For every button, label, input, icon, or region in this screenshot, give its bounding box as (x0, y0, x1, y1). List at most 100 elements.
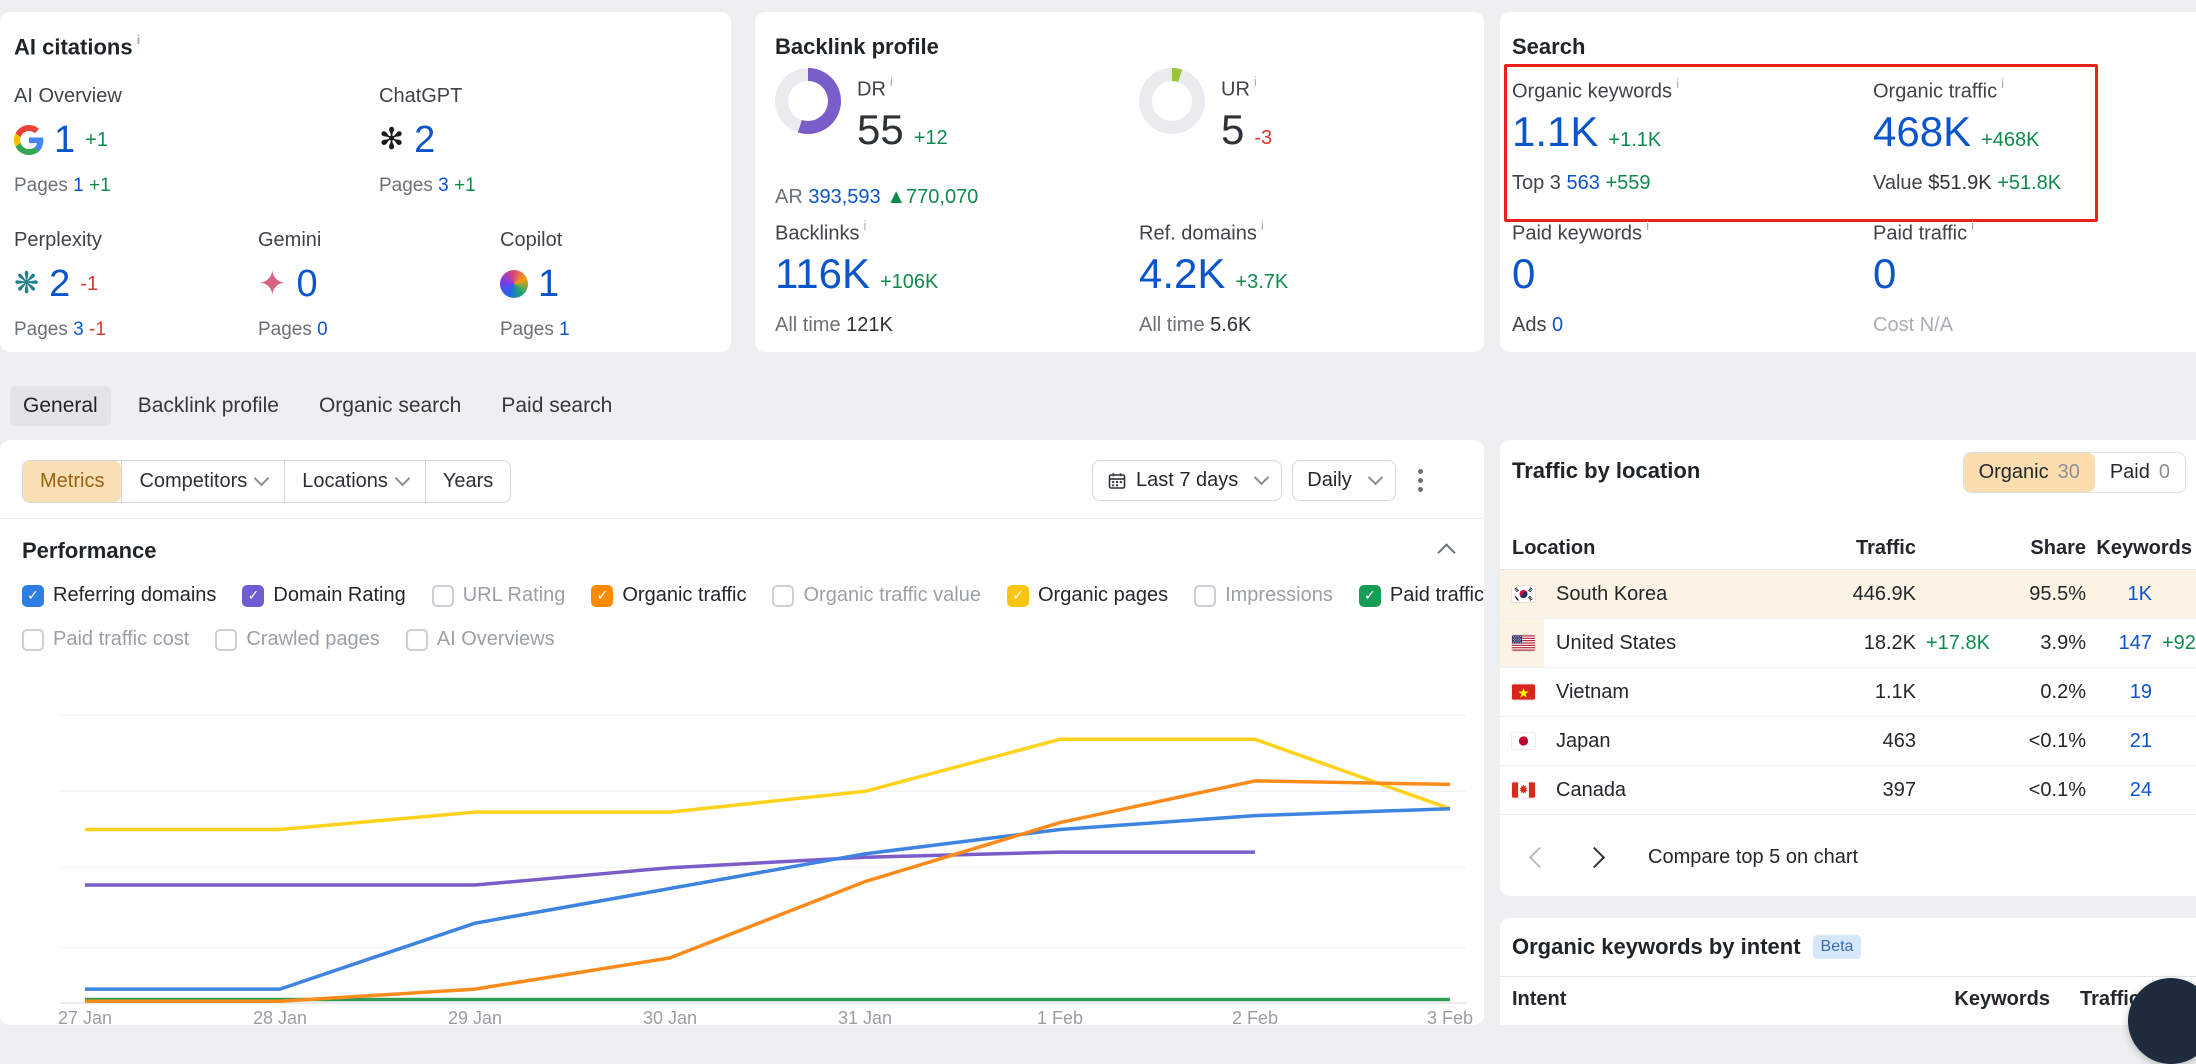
intent-table-header: Intent Keywords Traffic (1500, 976, 2196, 1021)
info-icon[interactable]: i (1676, 76, 1679, 91)
search-card: Search Organic keywordsi 1.1K+1.1K Top 3… (1500, 12, 2196, 352)
top3-value-link[interactable]: 563 (1567, 172, 1600, 194)
share-value: <0.1% (1996, 779, 2086, 802)
column-intent: Intent (1512, 988, 1940, 1011)
tab-paid-search[interactable]: Paid search (488, 386, 625, 426)
keywords-link[interactable]: 24 (2130, 779, 2152, 801)
paid-keywords-value-link[interactable]: 0 (1512, 250, 1535, 298)
metric-toggle-organic-traffic-value[interactable]: Organic traffic value (772, 584, 981, 607)
pagination-prev-icon[interactable] (1529, 846, 1550, 867)
collapse-chevron-up-icon[interactable] (1437, 543, 1455, 561)
metric-toggle-impressions[interactable]: Impressions (1194, 584, 1333, 607)
x-tick-label: 27 Jan (45, 1008, 125, 1029)
checkbox-icon (772, 585, 794, 607)
ai-pages-row: Pages 1 +1 (14, 175, 254, 197)
keywords-link[interactable]: 19 (2130, 681, 2152, 703)
ai-source-label: Gemini (258, 229, 498, 253)
ai-source-label: Copilot (500, 229, 740, 253)
info-icon[interactable]: i (137, 32, 141, 47)
tab-backlink-profile[interactable]: Backlink profile (125, 386, 292, 426)
toggle-paid[interactable]: Paid 0 (2095, 453, 2185, 492)
ai-pages-count[interactable]: 1 (559, 319, 570, 340)
column-share[interactable]: Share (1996, 537, 2086, 560)
column-traffic[interactable]: Traffic (1746, 537, 1916, 560)
organic-traffic-value-link[interactable]: 468K (1873, 108, 1971, 156)
compare-top5-link[interactable]: Compare top 5 on chart (1648, 846, 1858, 869)
ai-citation-copilot: Copilot1Pages 1 (500, 229, 740, 341)
keywords-by-intent-card: Organic keywords by intent Beta Intent K… (1500, 918, 2196, 1025)
ur-value: 5 (1221, 106, 1244, 154)
ai-pages-count[interactable]: 1 (73, 175, 84, 196)
column-location[interactable]: Location (1512, 537, 1746, 560)
location-table-header: Location Traffic Share Keywords (1500, 528, 2196, 570)
ai-citation-count[interactable]: 1 (54, 118, 75, 162)
url-rating-metric: URi 5-3 (1221, 76, 1272, 154)
location-name: Canada (1556, 779, 1746, 802)
date-range-button[interactable]: Last 7 days (1092, 460, 1282, 501)
ai-citation-count[interactable]: 1 (538, 262, 559, 306)
pagination-next-icon[interactable] (1584, 846, 1605, 867)
filter-years[interactable]: Years (425, 461, 510, 502)
keywords-link[interactable]: 147 (2119, 632, 2152, 654)
metric-toggle-organic-pages[interactable]: ✓Organic pages (1007, 584, 1168, 607)
filter-metrics[interactable]: Metrics (23, 461, 121, 502)
metric-toggle-domain-rating[interactable]: ✓Domain Rating (242, 584, 405, 607)
ref-domains-value-link[interactable]: 4.2K (1139, 250, 1225, 298)
ads-value-link[interactable]: 0 (1552, 314, 1563, 336)
ai-pages-count[interactable]: 3 (73, 319, 84, 340)
x-tick-label: 2 Feb (1215, 1008, 1295, 1029)
checkbox-icon (432, 585, 454, 607)
tab-general[interactable]: General (10, 386, 111, 426)
ai-citation-count[interactable]: 0 (297, 262, 318, 306)
backlinks-value-link[interactable]: 116K (775, 250, 870, 298)
metric-toggle-organic-traffic[interactable]: ✓Organic traffic (591, 584, 746, 607)
traffic-value: 1.1K (1746, 681, 1916, 704)
location-row-south-korea[interactable]: South Korea446.9K95.5%1K (1500, 570, 2196, 619)
location-row-united-states[interactable]: United States18.2K+17.8K3.9%147+92 (1500, 619, 2196, 668)
ai-citation-count[interactable]: 2 (414, 118, 435, 162)
info-icon[interactable]: i (890, 74, 893, 89)
info-icon[interactable]: i (1646, 218, 1649, 233)
keyw-cell: 21 (2086, 730, 2152, 753)
tab-organic-search[interactable]: Organic search (306, 386, 474, 426)
ai-source-label: ChatGPT (379, 85, 619, 109)
info-icon[interactable]: i (1971, 218, 1974, 233)
location-name: United States (1556, 632, 1746, 655)
paid-traffic-value-link[interactable]: 0 (1873, 250, 1896, 298)
filter-competitors[interactable]: Competitors (121, 461, 284, 502)
traffic-delta: +17.8K (1916, 632, 1996, 655)
metric-toggle-referring-domains[interactable]: ✓Referring domains (22, 584, 216, 607)
info-icon[interactable]: i (2001, 76, 2004, 91)
overview-tabs: General Backlink profile Organic search Pai… (10, 386, 625, 426)
metric-toggle-url-rating[interactable]: URL Rating (432, 584, 566, 607)
keywords-link[interactable]: 1K (2128, 583, 2152, 605)
info-icon[interactable]: i (863, 218, 866, 233)
share-value: 3.9% (1996, 632, 2086, 655)
column-traffic: Traffic (2050, 988, 2140, 1011)
toggle-organic[interactable]: Organic 30 (1964, 453, 2095, 492)
metric-toggle-paid-traffic[interactable]: ✓Paid traffic (1359, 584, 1484, 607)
ahrefs-rank: AR 393,593 ▲770,070 (775, 186, 978, 209)
ai-source-label: AI Overview (14, 85, 254, 109)
ai-citation-count[interactable]: 2 (49, 262, 70, 306)
gemini-icon: ✦ (258, 267, 287, 301)
info-icon[interactable]: i (1254, 74, 1257, 89)
ai-pages-count[interactable]: 0 (317, 319, 328, 340)
granularity-button[interactable]: Daily (1292, 460, 1395, 501)
ai-citation-chatgpt: ChatGPT✻2Pages 3 +1 (379, 85, 619, 197)
organic-keywords-value-link[interactable]: 1.1K (1512, 108, 1598, 156)
location-row-japan[interactable]: Japan463<0.1%21 (1500, 717, 2196, 766)
ai-pages-count[interactable]: 3 (438, 175, 449, 196)
performance-panel: MetricsCompetitorsLocationsYears Last 7 … (0, 440, 1484, 1025)
column-keywords[interactable]: Keywords (2086, 537, 2192, 560)
location-row-vietnam[interactable]: Vietnam1.1K0.2%19 (1500, 668, 2196, 717)
keywords-link[interactable]: 21 (2130, 730, 2152, 752)
ar-value-link[interactable]: 393,593 (808, 186, 880, 208)
x-tick-label: 28 Jan (240, 1008, 320, 1029)
location-row-canada[interactable]: Canada397<0.1%24 (1500, 766, 2196, 815)
info-icon[interactable]: i (1261, 218, 1264, 233)
more-options-kebab-icon[interactable] (1414, 465, 1427, 496)
ai-citation-perplexity: Perplexity❋2-1Pages 3 -1 (14, 229, 254, 341)
performance-title: Performance (22, 538, 157, 564)
filter-locations[interactable]: Locations (284, 461, 425, 502)
